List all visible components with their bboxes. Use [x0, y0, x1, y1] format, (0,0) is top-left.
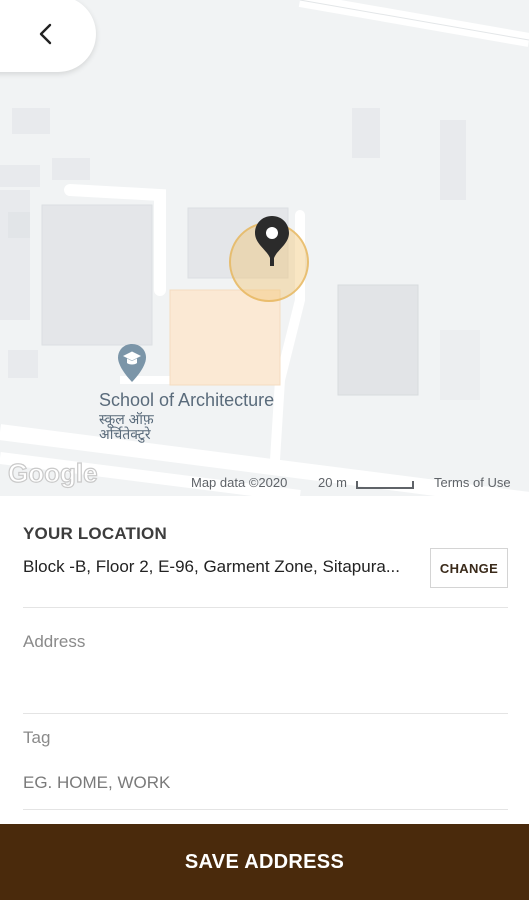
map-scale-label: 20 m: [318, 475, 347, 490]
school-icon[interactable]: [117, 343, 147, 383]
divider: [23, 809, 508, 810]
map-scale-bar: [356, 481, 414, 489]
tag-label: Tag: [23, 728, 51, 747]
change-location-button[interactable]: CHANGE: [430, 548, 508, 588]
back-button[interactable]: [0, 0, 96, 72]
poi-local-label: स्कूल ऑफ़ अर्चितेक्टुरे: [99, 411, 154, 442]
address-field[interactable]: [23, 664, 508, 692]
address-label: Address: [23, 632, 86, 651]
google-logo: Google: [7, 457, 98, 488]
poi-label[interactable]: School of Architecture: [99, 390, 274, 411]
map-view[interactable]: School of Architecture स्कूल ऑफ़ अर्चिते…: [0, 0, 529, 496]
map-data-attribution: Map data ©2020: [191, 475, 288, 490]
location-pin-icon[interactable]: [254, 214, 290, 268]
current-location-text: Block -B, Floor 2, E-96, Garment Zone, S…: [23, 557, 400, 576]
terms-of-use-link[interactable]: Terms of Use: [434, 475, 511, 490]
tag-field[interactable]: [23, 769, 508, 797]
your-location-heading: YOUR LOCATION: [23, 524, 167, 543]
save-address-button[interactable]: SAVE ADDRESS: [0, 824, 529, 900]
chevron-left-icon: [39, 23, 52, 45]
divider: [23, 607, 508, 608]
divider: [23, 713, 508, 714]
